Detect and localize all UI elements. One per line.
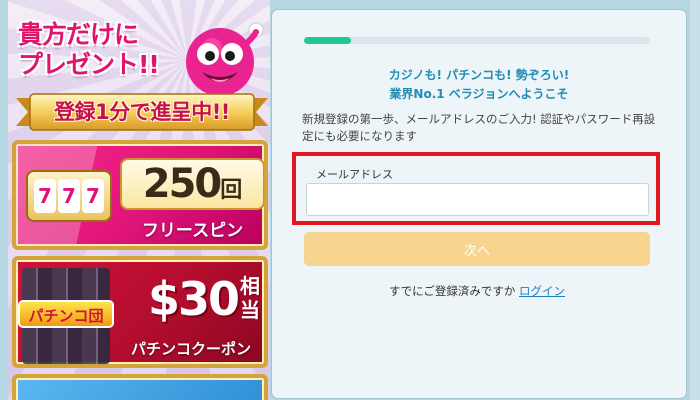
promo-headline-line2: プレゼント!! <box>17 49 160 79</box>
promo-headline: 貴方だけに プレゼント!! <box>17 19 160 80</box>
welcome-message: カジノも! パチンコも! 勢ぞろい! 業界No.1 ベラジョンへようこそ <box>292 66 666 104</box>
pachinko-logo: パチンコ団 <box>18 300 114 328</box>
third-promo-card <box>12 374 268 400</box>
promo-ribbon-text: 登録1分で進呈中!! <box>54 100 230 124</box>
registration-description: 新規登録の第一歩、メールアドレスのご入力! 認証やパスワード再設定にも必要になり… <box>302 112 656 143</box>
welcome-line2: 業界No.1 ベラジョンへようこそ <box>389 87 569 101</box>
page-scroll-edge <box>690 0 700 400</box>
next-button[interactable]: 次へ <box>304 232 650 266</box>
login-link[interactable]: ログイン <box>519 284 565 298</box>
email-field[interactable] <box>306 183 649 216</box>
registration-progress-bar <box>304 37 650 44</box>
progress-fill <box>304 37 351 44</box>
pachinko-coupon-card: パチンコ団 $30 相当 パチンコクーポン <box>12 256 268 368</box>
already-registered-text: すでにご登録済みですか <box>388 284 516 298</box>
promo-banner: 貴方だけに プレゼント!! 登録1分で進呈中!! 7 7 7 250回 フリース… <box>8 0 270 400</box>
coupon-label: パチンコクーポン <box>130 340 251 358</box>
slot-machine-icon: 7 7 7 <box>26 170 112 222</box>
email-label: メールアドレス <box>316 168 393 181</box>
free-spins-label: フリースピン <box>141 221 244 241</box>
email-field-highlight: メールアドレス <box>292 152 660 225</box>
registration-panel: カジノも! パチンコも! 勢ぞろい! 業界No.1 ベラジョンへようこそ 新規登… <box>272 10 686 398</box>
welcome-line1: カジノも! パチンコも! 勢ぞろい! <box>388 68 570 82</box>
free-spins-amount: 250回 <box>120 158 264 210</box>
free-spins-card: 7 7 7 250回 フリースピン <box>12 140 268 250</box>
promo-headline-line1: 貴方だけに <box>17 19 139 49</box>
login-prompt: すでにご登録済みですか ログイン <box>304 283 650 299</box>
coupon-amount: $30 相当 <box>147 272 260 326</box>
